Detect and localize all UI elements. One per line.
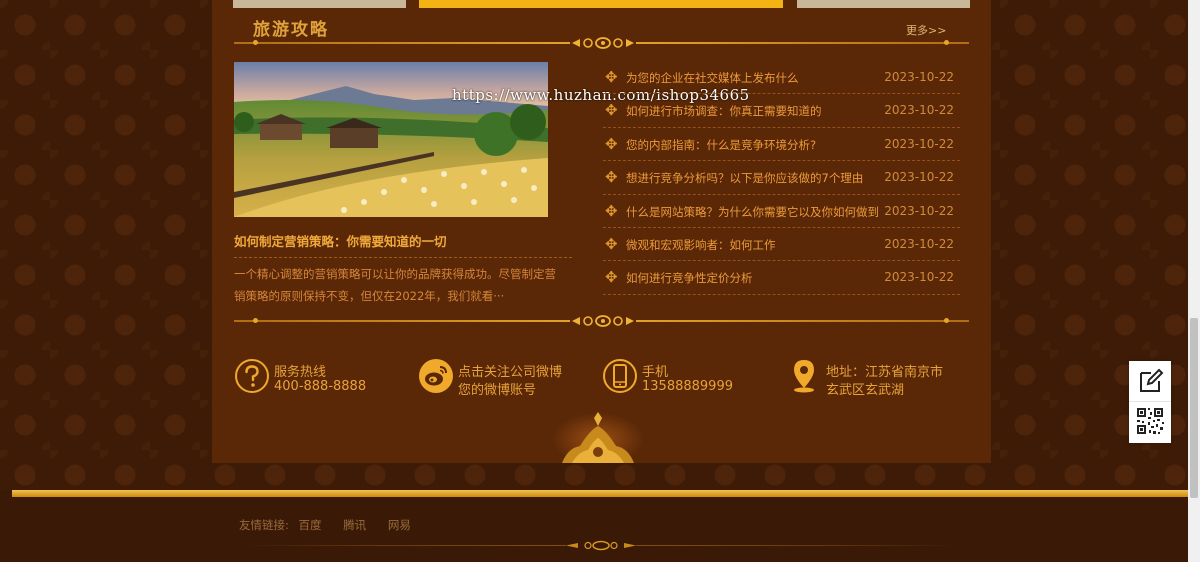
thumbnail-right[interactable] [797,0,970,8]
link-tencent[interactable]: 腾讯 [343,518,366,532]
contact-hotline: 服务热线 400-888-8888 [234,358,404,398]
floating-toolbar [1129,361,1171,443]
list-item[interactable]: ✥ 什么是网站策略？为什么你需要它以及你如何做到 2023-10-22 [603,195,960,228]
feedback-button[interactable] [1129,361,1171,401]
phone-icon [603,359,637,393]
contact-weibo[interactable]: 点击关注公司微博 您的微博账号 [418,358,588,398]
more-link[interactable]: 更多>> [906,22,946,38]
diamond-bullet-icon: ✥ [605,101,618,120]
featured-article-description: 一个精心调整的营销策略可以让你的品牌获得成功。尽管制定营销策略的原则保持不变，但… [234,267,556,303]
contact-label: 手机 [642,365,669,380]
scrollbar-thumb[interactable] [1190,318,1198,498]
footer [12,497,1188,562]
list-item[interactable]: ✥ 您的内部指南：什么是竞争环境分析? 2023-10-22 [603,128,960,162]
diamond-bullet-icon: ✥ [605,168,618,187]
contact-label: 地址：江苏省南京市 [826,365,944,380]
scrollbar[interactable] [1188,0,1200,562]
news-title[interactable]: 如何进行市场调查：你真正需要知道的 [626,103,822,119]
diamond-bullet-icon: ✥ [605,268,618,287]
news-list: ✥ 为您的企业在社交媒体上发布什么 2023-10-22 ✥ 如何进行市场调查：… [603,61,960,295]
news-date: 2023-10-22 [884,170,954,185]
location-pin-icon [794,360,814,393]
question-icon [235,359,269,393]
news-title[interactable]: 为您的企业在社交媒体上发布什么 [626,70,799,86]
ornament-icon [570,35,636,51]
news-title[interactable]: 想进行竞争分析吗？以下是你应该做的7个理由 [626,170,863,186]
diamond-bullet-icon: ✥ [605,68,618,86]
section-title: 旅游攻略 [253,20,329,40]
list-item[interactable]: ✥ 为您的企业在社交媒体上发布什么 2023-10-22 [603,61,960,95]
news-date: 2023-10-22 [884,136,954,151]
friend-links: 友情链接: 百度 腾讯 网易 [239,517,429,533]
contact-label: 服务热线 [274,365,327,380]
qrcode-button[interactable] [1129,402,1171,442]
news-title[interactable]: 您的内部指南：什么是竞争环境分析? [626,137,816,153]
diamond-bullet-icon: ✥ [605,234,618,253]
contact-address: 地址：江苏省南京市 玄武区玄武湖 [786,358,966,398]
ornament-icon [566,540,636,551]
news-title[interactable]: 如何进行竞争性定价分析 [626,270,753,286]
featured-article-title[interactable]: 如何制定营销策略：你需要知道的一切 [234,231,447,250]
contact-value: 400-888-8888 [274,379,367,394]
weibo-icon[interactable] [418,358,454,394]
contact-phone: 手机 13588889999 [602,358,772,398]
qrcode-icon [1137,408,1164,434]
contact-label[interactable]: 点击关注公司微博 [458,361,562,380]
link-netease[interactable]: 网易 [388,518,411,532]
link-baidu[interactable]: 百度 [299,518,322,532]
news-title[interactable]: 什么是网站策略？为什么你需要它以及你如何做到 [626,204,879,220]
contact-value: 您的微博账号 [458,383,537,398]
diamond-bullet-icon: ✥ [605,134,618,153]
list-item[interactable]: ✥ 如何进行竞争性定价分析 2023-10-22 [603,261,960,295]
contact-value: 13588889999 [642,379,733,394]
crest-ornament [548,410,648,463]
news-date: 2023-10-22 [884,203,954,218]
diamond-bullet-icon: ✥ [605,201,618,220]
thumbnail-left[interactable] [233,0,406,8]
featured-divider [234,257,572,258]
list-item[interactable]: ✥ 想进行竞争分析吗？以下是你应该做的7个理由 2023-10-22 [603,161,960,195]
friend-links-label: 友情链接: [239,518,289,532]
news-title[interactable]: 微观和宏观影响者：如何工作 [626,237,776,253]
news-date: 2023-10-22 [884,103,954,118]
edit-icon [1140,368,1164,392]
list-item[interactable]: ✥ 如何进行市场调查：你真正需要知道的 2023-10-22 [603,94,960,128]
footer-gold-band [12,490,1188,497]
ornament-icon [570,313,636,329]
news-date: 2023-10-22 [884,236,954,251]
thumbnail-center[interactable] [419,0,783,8]
news-date: 2023-10-22 [884,70,954,84]
news-date: 2023-10-22 [884,270,954,285]
contact-value: 玄武区玄武湖 [826,383,905,398]
list-item[interactable]: ✥ 微观和宏观影响者：如何工作 2023-10-22 [603,228,960,262]
